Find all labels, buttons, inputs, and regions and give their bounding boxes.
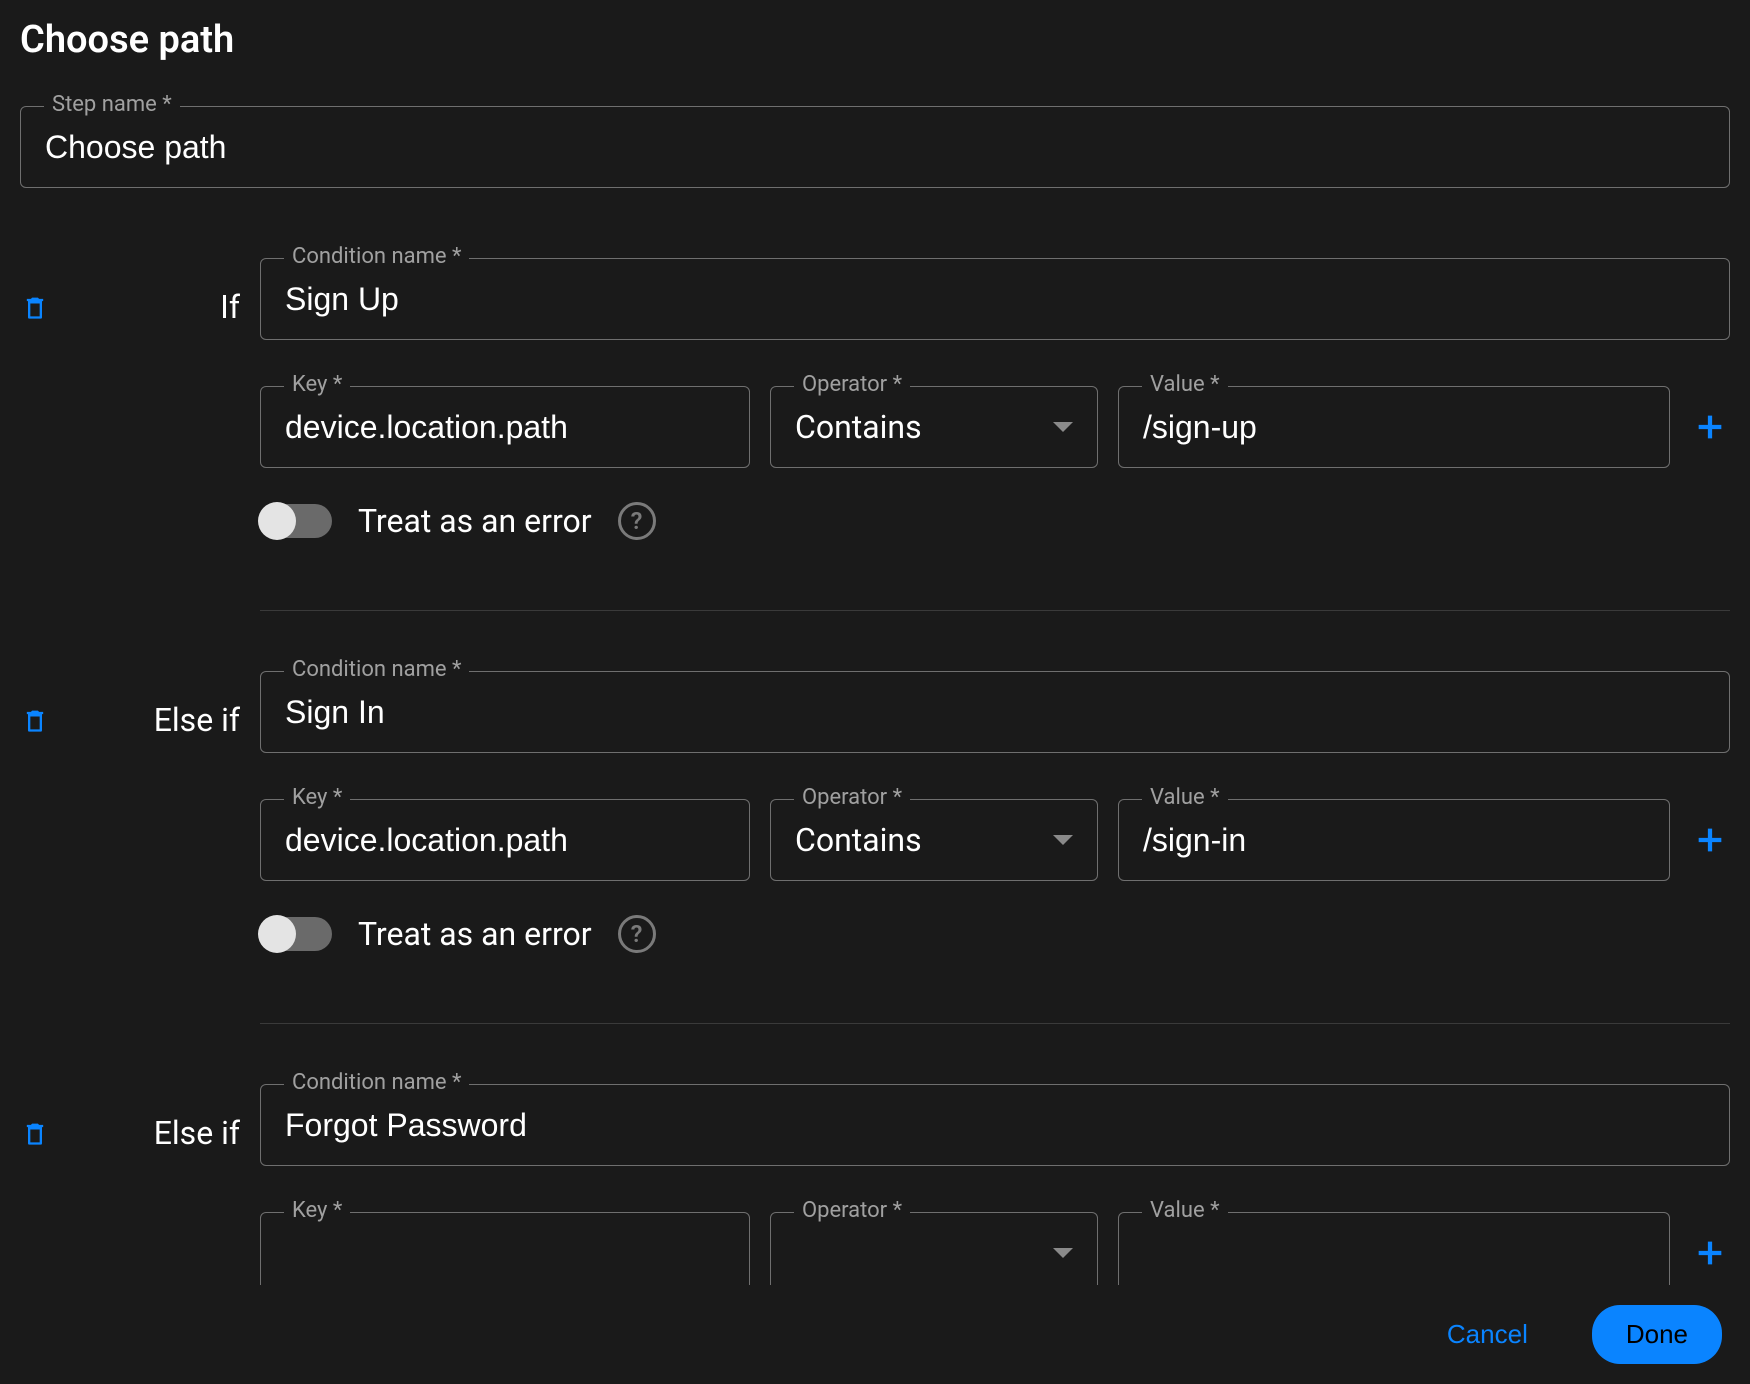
rule-value-label: Value *	[1142, 1198, 1228, 1223]
panel-title: Choose path	[20, 18, 1730, 62]
step-name-input[interactable]	[45, 129, 1705, 166]
rule-key-label: Key *	[284, 785, 350, 810]
help-icon[interactable]: ?	[618, 502, 656, 540]
rule-operator-value: Contains	[795, 408, 1045, 446]
add-rule-button[interactable]	[1690, 820, 1730, 860]
condition-name-input[interactable]	[285, 1107, 1705, 1144]
condition-name-input[interactable]	[285, 694, 1705, 731]
chevron-down-icon	[1053, 835, 1073, 845]
condition-name-input[interactable]	[285, 281, 1705, 318]
cancel-button[interactable]: Cancel	[1413, 1305, 1562, 1364]
condition-name-label: Condition name *	[284, 657, 469, 682]
rule-value-input[interactable]	[1143, 822, 1645, 859]
rule-value-field[interactable]: Value *	[1118, 799, 1670, 881]
condition-name-label: Condition name *	[284, 1070, 469, 1095]
rule-value-field[interactable]: Value *	[1118, 386, 1670, 468]
condition-name-label: Condition name *	[284, 244, 469, 269]
trash-icon[interactable]	[20, 703, 50, 737]
condition-block: Else if Condition name * Key * Operator …	[20, 671, 1730, 1084]
rule-key-input[interactable]	[285, 1235, 725, 1272]
treat-as-error-label: Treat as an error	[358, 915, 592, 953]
rule-value-label: Value *	[1142, 785, 1228, 810]
rule-key-input[interactable]	[285, 822, 725, 859]
rule-operator-label: Operator *	[794, 372, 910, 397]
add-rule-button[interactable]	[1690, 1233, 1730, 1273]
rule-operator-field[interactable]: Operator * Contains	[770, 386, 1098, 468]
step-name-label: Step name *	[44, 92, 180, 117]
trash-icon[interactable]	[20, 290, 50, 324]
condition-name-field[interactable]: Condition name *	[260, 1084, 1730, 1166]
divider	[260, 610, 1730, 611]
rule-key-field[interactable]: Key *	[260, 386, 750, 468]
chevron-down-icon	[1053, 1248, 1073, 1258]
rule-operator-value: Contains	[795, 821, 1045, 859]
rule-operator-field[interactable]: Operator * Contains	[770, 799, 1098, 881]
rule-key-input[interactable]	[285, 409, 725, 446]
help-icon[interactable]: ?	[618, 915, 656, 953]
done-button[interactable]: Done	[1592, 1305, 1722, 1364]
rule-operator-label: Operator *	[794, 785, 910, 810]
rule-key-field[interactable]: Key *	[260, 799, 750, 881]
condition-name-field[interactable]: Condition name *	[260, 258, 1730, 340]
treat-as-error-toggle[interactable]	[260, 917, 332, 951]
rule-operator-field[interactable]: Operator *	[770, 1212, 1098, 1294]
trash-icon[interactable]	[20, 1116, 50, 1150]
rule-value-field[interactable]: Value *	[1118, 1212, 1670, 1294]
divider	[260, 1023, 1730, 1024]
condition-block: If Condition name * Key * Operator *	[20, 258, 1730, 671]
condition-prefix: Else if	[90, 701, 240, 739]
add-rule-button[interactable]	[1690, 407, 1730, 447]
rule-key-field[interactable]: Key *	[260, 1212, 750, 1294]
step-name-field[interactable]: Step name *	[20, 106, 1730, 188]
condition-name-field[interactable]: Condition name *	[260, 671, 1730, 753]
rule-value-label: Value *	[1142, 372, 1228, 397]
treat-as-error-label: Treat as an error	[358, 502, 592, 540]
condition-prefix: Else if	[90, 1114, 240, 1152]
rule-value-input[interactable]	[1143, 1235, 1645, 1272]
footer: Cancel Done	[0, 1285, 1750, 1384]
rule-value-input[interactable]	[1143, 409, 1645, 446]
condition-prefix: If	[90, 288, 240, 326]
chevron-down-icon	[1053, 422, 1073, 432]
rule-operator-label: Operator *	[794, 1198, 910, 1223]
treat-as-error-toggle[interactable]	[260, 504, 332, 538]
rule-key-label: Key *	[284, 1198, 350, 1223]
rule-key-label: Key *	[284, 372, 350, 397]
condition-block: Else if Condition name * Key * Operator …	[20, 1084, 1730, 1294]
